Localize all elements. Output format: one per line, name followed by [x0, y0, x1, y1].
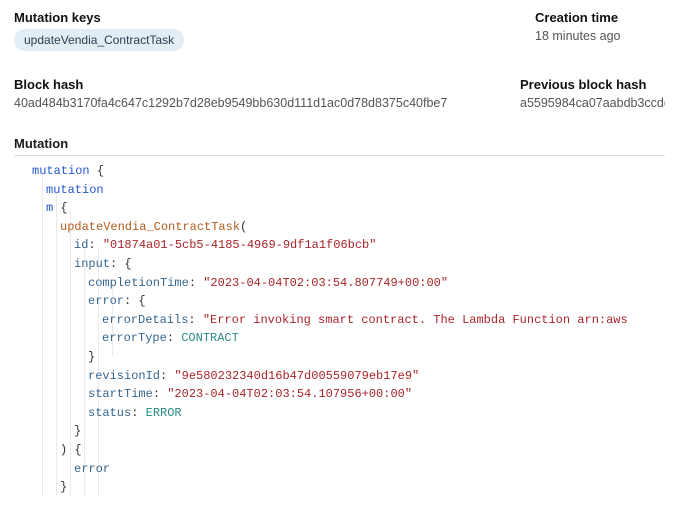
code-line: startTime: "2023-04-04T02:03:54.107956+0…: [14, 385, 665, 404]
mutation-keys-field: Mutation keys updateVendia_ContractTask: [14, 10, 184, 51]
block-hash-field: Block hash 40ad484b3170fa4c647c1292b7d28…: [14, 77, 500, 110]
fn-name: updateVendia_ContractTask: [60, 220, 240, 234]
creation-time-value: 18 minutes ago: [535, 29, 665, 43]
code-line: revisionId: "9e580232340d16b47d00559079e…: [14, 367, 665, 386]
mutation-heading: Mutation: [14, 136, 665, 151]
block-hash-value: 40ad484b3170fa4c647c1292b7d28eb9549bb630…: [14, 96, 500, 110]
kw-mutation: mutation: [32, 164, 90, 178]
prev-block-hash-label: Previous block hash: [520, 77, 665, 92]
code-line: input: {: [14, 255, 665, 274]
kw-mutation: mutation: [46, 183, 104, 197]
prev-block-hash-field: Previous block hash a5595984ca07aabdb3cc…: [520, 77, 665, 110]
code-line: errorType: CONTRACT: [14, 329, 665, 348]
code-line: status: ERROR: [14, 404, 665, 423]
code-line: error: [14, 460, 665, 479]
mutation-code-block: mutation {mutationm {updateVendia_Contra…: [14, 155, 665, 497]
code-line: errorDetails: "Error invoking smart cont…: [14, 311, 665, 330]
code-line: }: [14, 348, 665, 367]
mutation-keys-label: Mutation keys: [14, 10, 184, 25]
code-line: error: {: [14, 292, 665, 311]
kw-m: m: [46, 201, 53, 215]
top-row: Mutation keys updateVendia_ContractTask …: [14, 10, 665, 51]
code-line: updateVendia_ContractTask(: [14, 218, 665, 237]
block-hash-label: Block hash: [14, 77, 500, 92]
code-line: id: "01874a01-5cb5-4185-4969-9df1a1f06bc…: [14, 236, 665, 255]
creation-time-field: Creation time 18 minutes ago: [535, 10, 665, 51]
code-line: m {: [14, 199, 665, 218]
code-line: ) {: [14, 441, 665, 460]
code-line: mutation {: [14, 162, 665, 181]
code-line: }: [14, 478, 665, 497]
creation-time-label: Creation time: [535, 10, 665, 25]
code-line: }: [14, 422, 665, 441]
mutation-key-pill: updateVendia_ContractTask: [14, 29, 184, 51]
code-line: completionTime: "2023-04-04T02:03:54.807…: [14, 274, 665, 293]
mutation-keys-value: updateVendia_ContractTask: [14, 29, 184, 51]
hash-row: Block hash 40ad484b3170fa4c647c1292b7d28…: [14, 77, 665, 110]
prev-block-hash-value: a5595984ca07aabdb3ccdc: [520, 96, 665, 110]
code-line: mutation: [14, 181, 665, 200]
